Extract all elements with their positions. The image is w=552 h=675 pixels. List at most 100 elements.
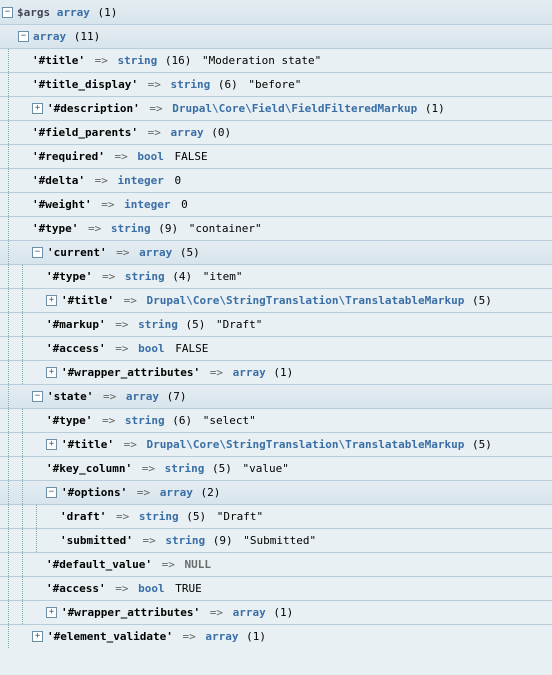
expand-icon[interactable]: + bbox=[46, 439, 57, 450]
collapse-icon[interactable]: − bbox=[32, 247, 43, 258]
tree-guide bbox=[2, 241, 16, 264]
item-row: '#weight' => integer 0 bbox=[0, 192, 552, 216]
key: '#element_validate' bbox=[47, 630, 173, 643]
key: 'draft' bbox=[60, 510, 106, 523]
type-label: string bbox=[170, 78, 210, 91]
arrow: => bbox=[124, 294, 137, 307]
item-row: '#key_column' => string (5) "value" bbox=[0, 456, 552, 480]
arrow: => bbox=[103, 390, 116, 403]
collapse-icon[interactable]: − bbox=[18, 31, 29, 42]
tree-guide bbox=[16, 577, 30, 600]
arrow: => bbox=[95, 54, 108, 67]
item-row: + '#title' => Drupal\Core\StringTranslat… bbox=[0, 432, 552, 456]
value: "value" bbox=[242, 462, 288, 475]
type-label: Drupal\Core\StringTranslation\Translatab… bbox=[146, 294, 464, 307]
key: '#key_column' bbox=[46, 462, 132, 475]
tree-guide bbox=[2, 625, 16, 648]
type-label: array bbox=[33, 30, 66, 43]
type-label: array bbox=[160, 486, 193, 499]
key: '#description' bbox=[47, 102, 140, 115]
tree-guide bbox=[16, 601, 30, 624]
expand-icon[interactable]: + bbox=[46, 367, 57, 378]
tree-guide bbox=[2, 121, 16, 144]
arrow: => bbox=[182, 630, 195, 643]
tree-guide bbox=[16, 457, 30, 480]
tree-guide bbox=[2, 409, 16, 432]
type-label: Drupal\Core\StringTranslation\Translatab… bbox=[146, 438, 464, 451]
item-row: '#title' => string (16) "Moderation stat… bbox=[0, 48, 552, 72]
key: '#access' bbox=[46, 582, 106, 595]
length: (1) bbox=[246, 630, 266, 643]
type-label: string bbox=[165, 534, 205, 547]
tree-guide bbox=[2, 145, 16, 168]
key: '#type' bbox=[32, 222, 78, 235]
item-row: 'submitted' => string (9) "Submitted" bbox=[0, 528, 552, 552]
tree-guide bbox=[30, 505, 44, 528]
tree-guide bbox=[2, 193, 16, 216]
tree-guide bbox=[2, 433, 16, 456]
tree-guide bbox=[2, 169, 16, 192]
expand-icon[interactable]: + bbox=[32, 631, 43, 642]
collapse-icon[interactable]: − bbox=[32, 391, 43, 402]
arrow: => bbox=[101, 198, 114, 211]
length: (9) bbox=[158, 222, 178, 235]
type-label: string bbox=[125, 270, 165, 283]
item-row: '#delta' => integer 0 bbox=[0, 168, 552, 192]
type-label: string bbox=[139, 510, 179, 523]
expand-icon[interactable]: + bbox=[46, 607, 57, 618]
key: 'state' bbox=[47, 390, 93, 403]
tree-guide bbox=[16, 553, 30, 576]
key: '#title' bbox=[61, 294, 114, 307]
item-row: + '#wrapper_attributes' => array (1) bbox=[0, 360, 552, 384]
variable-name: $args bbox=[17, 6, 50, 19]
item-row: '#default_value' => NULL bbox=[0, 552, 552, 576]
tree-guide bbox=[2, 289, 16, 312]
type-label: bool bbox=[137, 150, 164, 163]
type-label: array bbox=[57, 6, 90, 19]
length: (1) bbox=[273, 366, 293, 379]
arrow: => bbox=[210, 606, 223, 619]
length: (9) bbox=[213, 534, 233, 547]
tree-guide bbox=[2, 481, 16, 504]
arrow: => bbox=[142, 462, 155, 475]
type-label: bool bbox=[138, 342, 165, 355]
tree-guide bbox=[30, 529, 44, 552]
length: (5) bbox=[185, 318, 205, 331]
key: '#access' bbox=[46, 342, 106, 355]
key: '#wrapper_attributes' bbox=[61, 366, 200, 379]
item-row: '#access' => bool FALSE bbox=[0, 336, 552, 360]
value: "Submitted" bbox=[243, 534, 316, 547]
tree-guide bbox=[2, 337, 16, 360]
item-row: + '#wrapper_attributes' => array (1) bbox=[0, 600, 552, 624]
tree-guide bbox=[16, 409, 30, 432]
expand-icon[interactable]: + bbox=[32, 103, 43, 114]
length: (5) bbox=[186, 510, 206, 523]
key: 'current' bbox=[47, 246, 107, 259]
tree-guide bbox=[2, 577, 16, 600]
value: "select" bbox=[203, 414, 256, 427]
collapse-icon[interactable]: − bbox=[46, 487, 57, 498]
value: "item" bbox=[203, 270, 243, 283]
type-label: string bbox=[111, 222, 151, 235]
arrow: => bbox=[162, 558, 175, 571]
key: '#type' bbox=[46, 414, 92, 427]
arrow: => bbox=[88, 222, 101, 235]
item-row: '#type' => string (6) "select" bbox=[0, 408, 552, 432]
type-label: array bbox=[139, 246, 172, 259]
collapse-icon[interactable]: − bbox=[2, 7, 13, 18]
key: '#title' bbox=[61, 438, 114, 451]
arrow: => bbox=[124, 438, 137, 451]
tree-guide bbox=[2, 313, 16, 336]
key: '#field_parents' bbox=[32, 126, 138, 139]
expand-icon[interactable]: + bbox=[46, 295, 57, 306]
tree-guide bbox=[16, 529, 30, 552]
value: "before" bbox=[248, 78, 301, 91]
value: 0 bbox=[174, 174, 181, 187]
type-label: array bbox=[233, 606, 266, 619]
arrow: => bbox=[115, 582, 128, 595]
item-row: − 'state' => array (7) bbox=[0, 384, 552, 408]
item-row: '#field_parents' => array (0) bbox=[0, 120, 552, 144]
arrow: => bbox=[137, 486, 150, 499]
key: '#weight' bbox=[32, 198, 92, 211]
tree-guide bbox=[2, 73, 16, 96]
